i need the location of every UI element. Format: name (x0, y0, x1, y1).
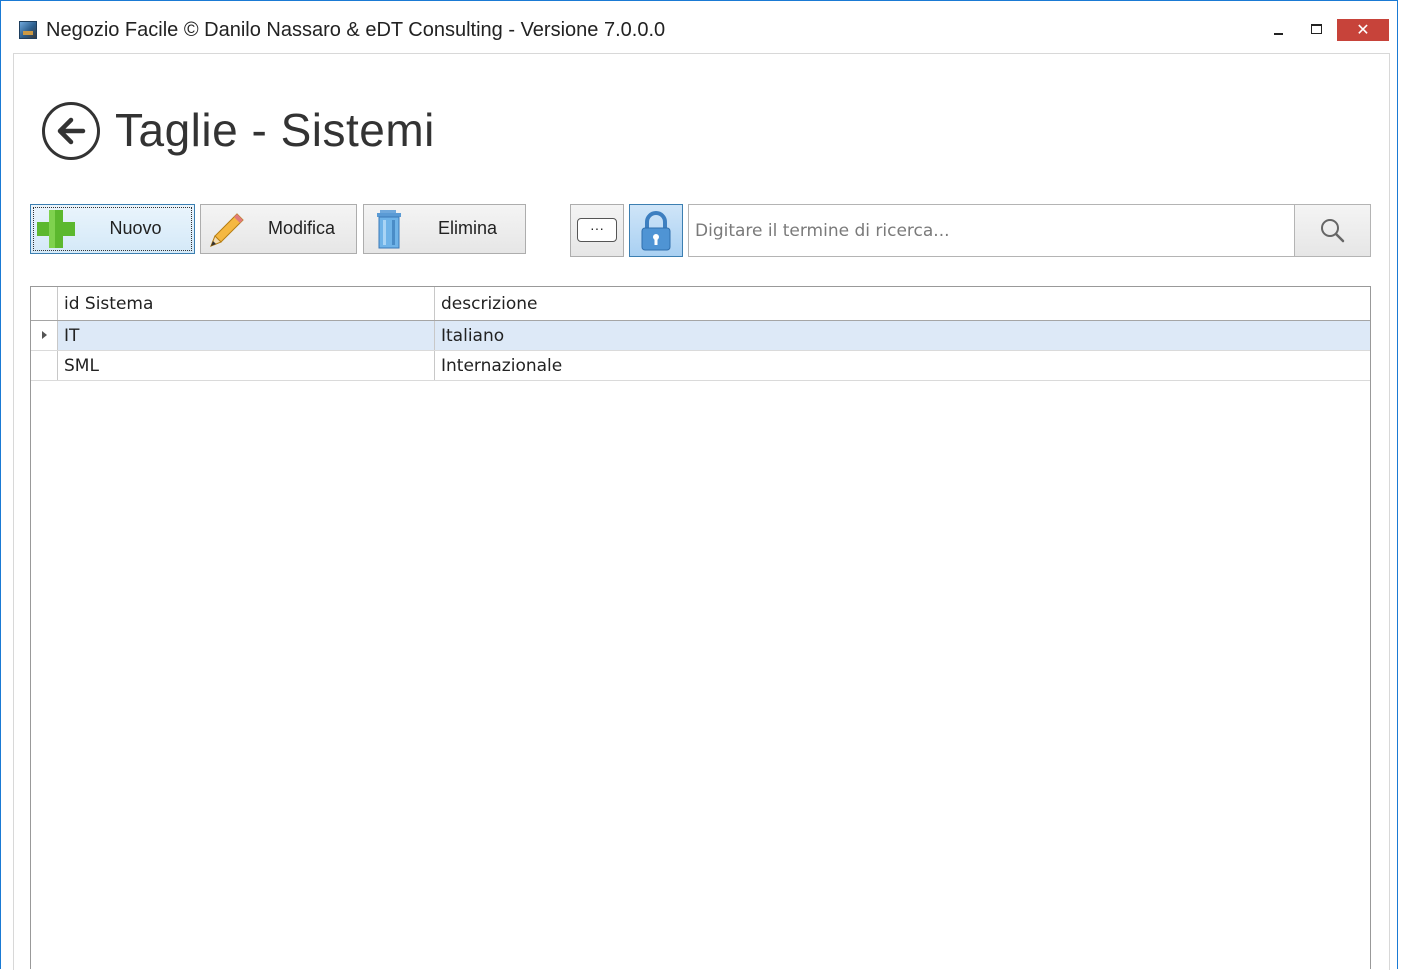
search-icon (1321, 219, 1345, 243)
new-button-label: Nuovo (109, 218, 162, 238)
delete-button[interactable]: Elimina (363, 204, 526, 254)
plus-icon (37, 210, 75, 248)
column-header-descrizione[interactable]: descrizione (435, 287, 1365, 320)
cell-descrizione[interactable]: Italiano (435, 321, 1365, 350)
cell-id-sistema[interactable]: SML (58, 351, 435, 380)
title-bar[interactable]: Negozio Facile © Danilo Nassaro & eDT Co… (1, 1, 1397, 51)
back-button[interactable] (42, 102, 100, 160)
grid-header: id Sistema descrizione (31, 287, 1370, 321)
edit-button-label: Modifica (267, 218, 336, 238)
page-title: Taglie - Sistemi (115, 104, 435, 156)
row-selector[interactable] (31, 321, 58, 350)
cell-id-sistema[interactable]: IT (58, 321, 435, 350)
table-row[interactable]: IT Italiano (31, 321, 1370, 351)
row-selector-header (31, 287, 58, 320)
close-button[interactable]: ✕ (1337, 19, 1389, 41)
ellipsis-icon: ··· (577, 218, 617, 242)
window-title: Negozio Facile © Danilo Nassaro & eDT Co… (46, 19, 666, 41)
delete-button-label: Elimina (437, 218, 498, 238)
lock-toggle-button[interactable] (629, 204, 683, 257)
search-button[interactable] (1294, 204, 1371, 257)
maximize-button[interactable] (1301, 17, 1331, 41)
data-grid: id Sistema descrizione IT Italiano SML I… (30, 286, 1371, 969)
current-row-arrow-icon (42, 331, 47, 339)
more-options-button[interactable]: ··· (570, 204, 624, 257)
search-input[interactable] (689, 205, 1294, 256)
edit-button[interactable]: Modifica (200, 204, 357, 254)
cell-descrizione[interactable]: Internazionale (435, 351, 1365, 380)
pencil-icon (210, 213, 244, 247)
column-header-id-sistema[interactable]: id Sistema (58, 287, 435, 320)
minimize-icon (1273, 33, 1283, 35)
row-selector[interactable] (31, 351, 58, 380)
table-row[interactable]: SML Internazionale (31, 351, 1370, 381)
app-icon (19, 21, 37, 39)
new-button[interactable]: Nuovo (30, 204, 195, 254)
lock-icon (641, 211, 671, 251)
close-icon: ✕ (1356, 22, 1370, 39)
trash-icon (377, 210, 401, 249)
maximize-icon (1310, 24, 1322, 34)
minimize-button[interactable] (1263, 17, 1293, 41)
arrow-left-circle-icon (57, 117, 86, 145)
search-box (688, 204, 1295, 257)
